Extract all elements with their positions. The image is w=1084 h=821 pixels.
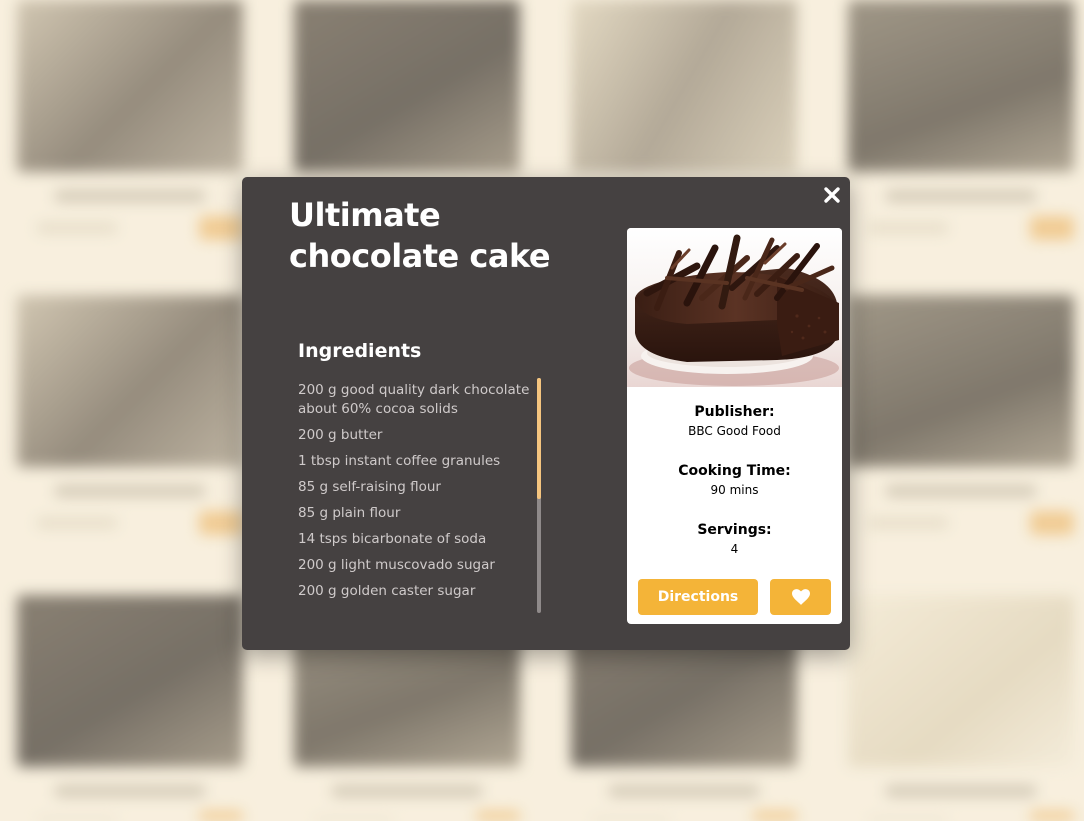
ingredient-item: 85 g plain flour	[298, 505, 401, 521]
cooking-time-info: Cooking Time: 90 mins	[627, 463, 842, 498]
servings-info: Servings: 4	[627, 522, 842, 557]
cooking-time-value: 90 mins	[710, 483, 759, 497]
ingredient-item: 200 g good quality dark chocolate about …	[298, 382, 530, 417]
ingredients-heading: Ingredients	[298, 340, 422, 362]
servings-label: Servings:	[697, 522, 772, 538]
favorite-button[interactable]	[770, 579, 831, 615]
close-icon	[824, 187, 840, 203]
heart-icon	[791, 589, 810, 605]
ingredient-item: 200 g light muscovado sugar	[298, 557, 495, 573]
directions-button[interactable]: Directions	[638, 579, 758, 615]
ingredients-scrollbar[interactable]	[537, 378, 541, 613]
ingredient-item: 85 g self-raising flour	[298, 479, 441, 495]
recipe-title: Ultimate chocolate cake	[289, 196, 551, 275]
cooking-time-label: Cooking Time:	[678, 463, 791, 479]
ingredient-item: 1 tbsp instant coffee granules	[298, 453, 501, 469]
recipe-modal: Ultimate chocolate cake Ingredients 200 …	[242, 177, 850, 650]
ingredients-list: 200 g good quality dark chocolate about …	[298, 381, 530, 608]
servings-value: 4	[730, 542, 739, 556]
recipe-info-card: Publisher: BBC Good Food Cooking Time: 9…	[627, 228, 842, 624]
ingredient-item: 14 tsps bicarbonate of soda	[298, 531, 487, 547]
ingredients-scrollbar-thumb[interactable]	[537, 378, 541, 499]
close-button[interactable]	[818, 181, 846, 209]
publisher-info: Publisher: BBC Good Food	[627, 404, 842, 439]
publisher-value: BBC Good Food	[688, 424, 781, 438]
ingredient-item: 200 g golden caster sugar	[298, 583, 476, 599]
publisher-label: Publisher:	[694, 404, 775, 420]
ingredient-item: 200 g butter	[298, 427, 383, 443]
cake-image	[627, 228, 842, 387]
